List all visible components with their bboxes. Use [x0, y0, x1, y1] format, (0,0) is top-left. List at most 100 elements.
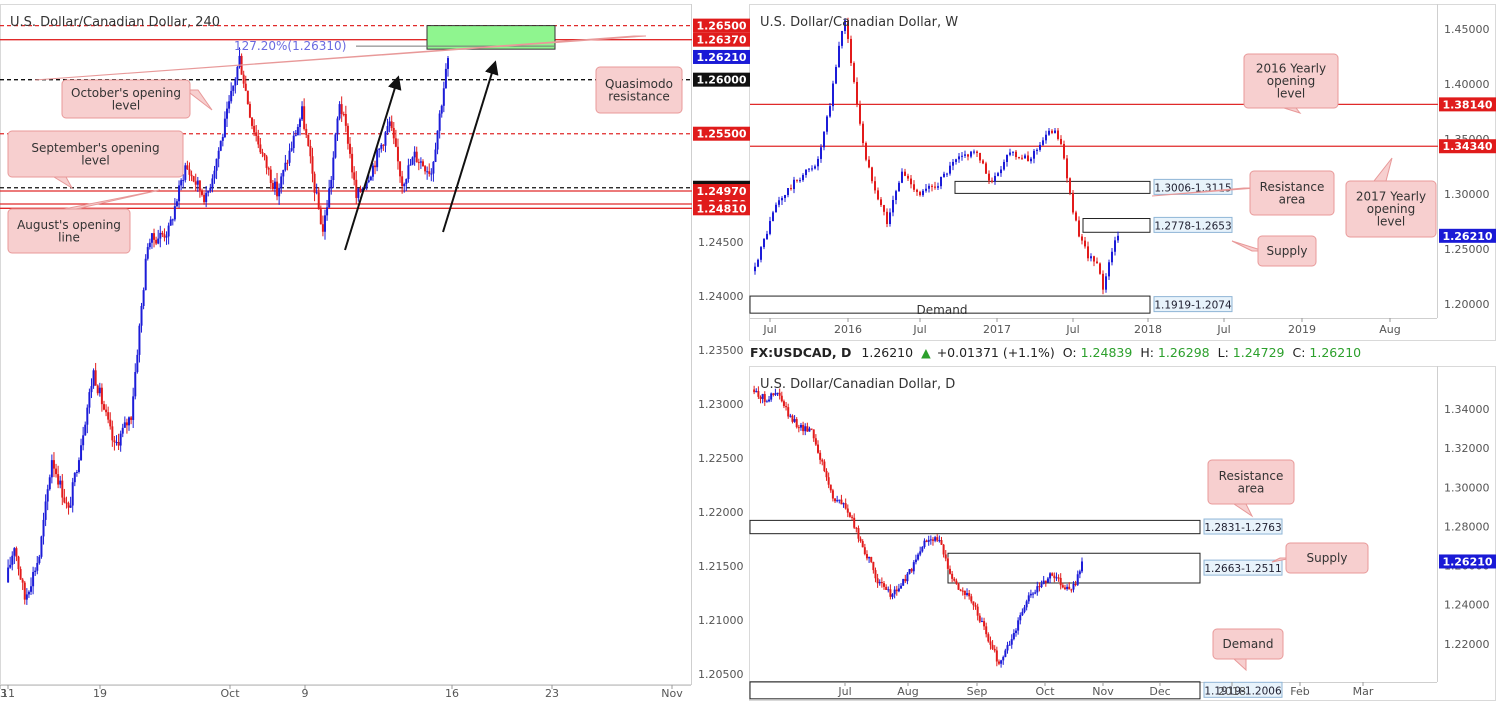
level-tag-text-w-0: 1.38140: [1442, 98, 1492, 111]
candle-d: [929, 539, 932, 541]
candle-4h: [121, 427, 124, 434]
candle-d: [957, 583, 960, 590]
candle-4h: [349, 143, 352, 154]
candle-4h: [401, 176, 404, 187]
candle-d: [904, 578, 907, 582]
candle-4h: [273, 181, 276, 189]
candle-w: [841, 30, 843, 46]
candle-w: [796, 179, 798, 181]
candle-4h: [192, 176, 195, 182]
candle-4h: [46, 489, 49, 502]
candle-d: [806, 426, 809, 432]
candle-4h: [288, 150, 291, 163]
candle-4h: [30, 586, 33, 592]
candle-4h: [330, 180, 333, 189]
candle-d: [1046, 578, 1049, 583]
candle-4h: [203, 194, 206, 203]
x-tick-w-8: Aug: [1379, 323, 1400, 336]
callout-text-d-1: Supply: [1307, 551, 1348, 565]
candle-4h: [165, 236, 168, 238]
candle-w: [778, 200, 780, 205]
candle-d: [978, 615, 981, 622]
candle-4h: [421, 161, 424, 167]
candle-4h: [351, 153, 354, 173]
candle-w: [1111, 251, 1113, 263]
info-low: 1.24729: [1233, 345, 1285, 360]
callout-text-4h-3: line: [58, 230, 80, 244]
candle-4h: [157, 238, 160, 244]
candle-d: [868, 556, 871, 559]
candle-4h: [111, 426, 114, 441]
candle-w: [823, 131, 825, 148]
candle-w: [880, 199, 882, 206]
candle-4h: [334, 134, 337, 158]
candle-4h: [186, 165, 189, 170]
candle-4h: [71, 482, 74, 506]
candle-d: [995, 650, 998, 662]
candle-d: [1053, 575, 1056, 579]
candle-4h: [244, 83, 247, 91]
candle-4h: [296, 127, 299, 136]
candle-d: [1059, 577, 1062, 586]
candle-4h: [426, 171, 429, 173]
candle-w: [1033, 150, 1035, 159]
candle-4h: [301, 106, 304, 120]
candle-4h: [92, 370, 95, 387]
candle-4h: [211, 178, 214, 188]
candle-w: [1090, 256, 1092, 259]
candle-w: [1057, 130, 1059, 139]
candle-4h: [444, 68, 447, 89]
candle-4h: [415, 151, 418, 163]
candle-4h: [144, 258, 147, 291]
candle-w: [766, 233, 768, 240]
x-tick-4h-1: 19: [93, 687, 107, 700]
candle-4h: [184, 165, 187, 180]
candle-4h: [140, 305, 143, 326]
candle-d: [834, 498, 837, 502]
candle-4h: [438, 113, 441, 131]
candle-w: [925, 188, 927, 191]
candle-4h: [342, 113, 345, 115]
candle-d: [885, 586, 888, 590]
candle-d: [874, 570, 877, 579]
candle-d: [1042, 580, 1045, 584]
candle-d: [827, 477, 830, 485]
candle-d: [997, 661, 1000, 664]
candle-4h: [369, 176, 372, 181]
candle-d: [991, 644, 994, 649]
candle-4h: [409, 164, 412, 166]
candle-4h: [315, 192, 318, 194]
level-tag-text-4h-5: 1.24970: [696, 185, 746, 198]
candle-w: [955, 159, 957, 162]
candle-d: [780, 395, 783, 402]
candle-w: [760, 247, 762, 260]
candle-d: [902, 578, 905, 586]
candle-4h: [182, 179, 185, 181]
candle-4h: [226, 108, 228, 119]
candle-4h: [321, 224, 324, 232]
candle-w: [772, 212, 774, 222]
candle-4h: [9, 564, 12, 568]
candle-d: [770, 393, 773, 400]
candle-4h: [367, 180, 370, 183]
candle-d: [1004, 650, 1007, 657]
candle-4h: [153, 233, 156, 240]
level-tag-text-4h-7: 1.24810: [696, 202, 746, 215]
x-tick-w-1: 2016: [834, 323, 862, 336]
candle-4h: [278, 187, 281, 197]
candle-4h: [167, 225, 170, 237]
candle-4h: [215, 158, 218, 171]
candle-w: [1045, 134, 1047, 141]
candle-w: [985, 163, 987, 174]
y-tick-w-2: 1.30000: [1444, 188, 1490, 201]
candle-w: [814, 166, 816, 169]
candle-4h: [32, 572, 35, 587]
candle-w: [1114, 240, 1116, 252]
candle-d: [921, 546, 924, 552]
candle-4h: [115, 441, 118, 443]
candle-d: [906, 573, 909, 582]
candle-4h: [219, 140, 222, 151]
level-tag-text-w-1: 1.34340: [1442, 140, 1492, 153]
candle-4h: [148, 242, 151, 248]
candle-d: [808, 428, 811, 432]
